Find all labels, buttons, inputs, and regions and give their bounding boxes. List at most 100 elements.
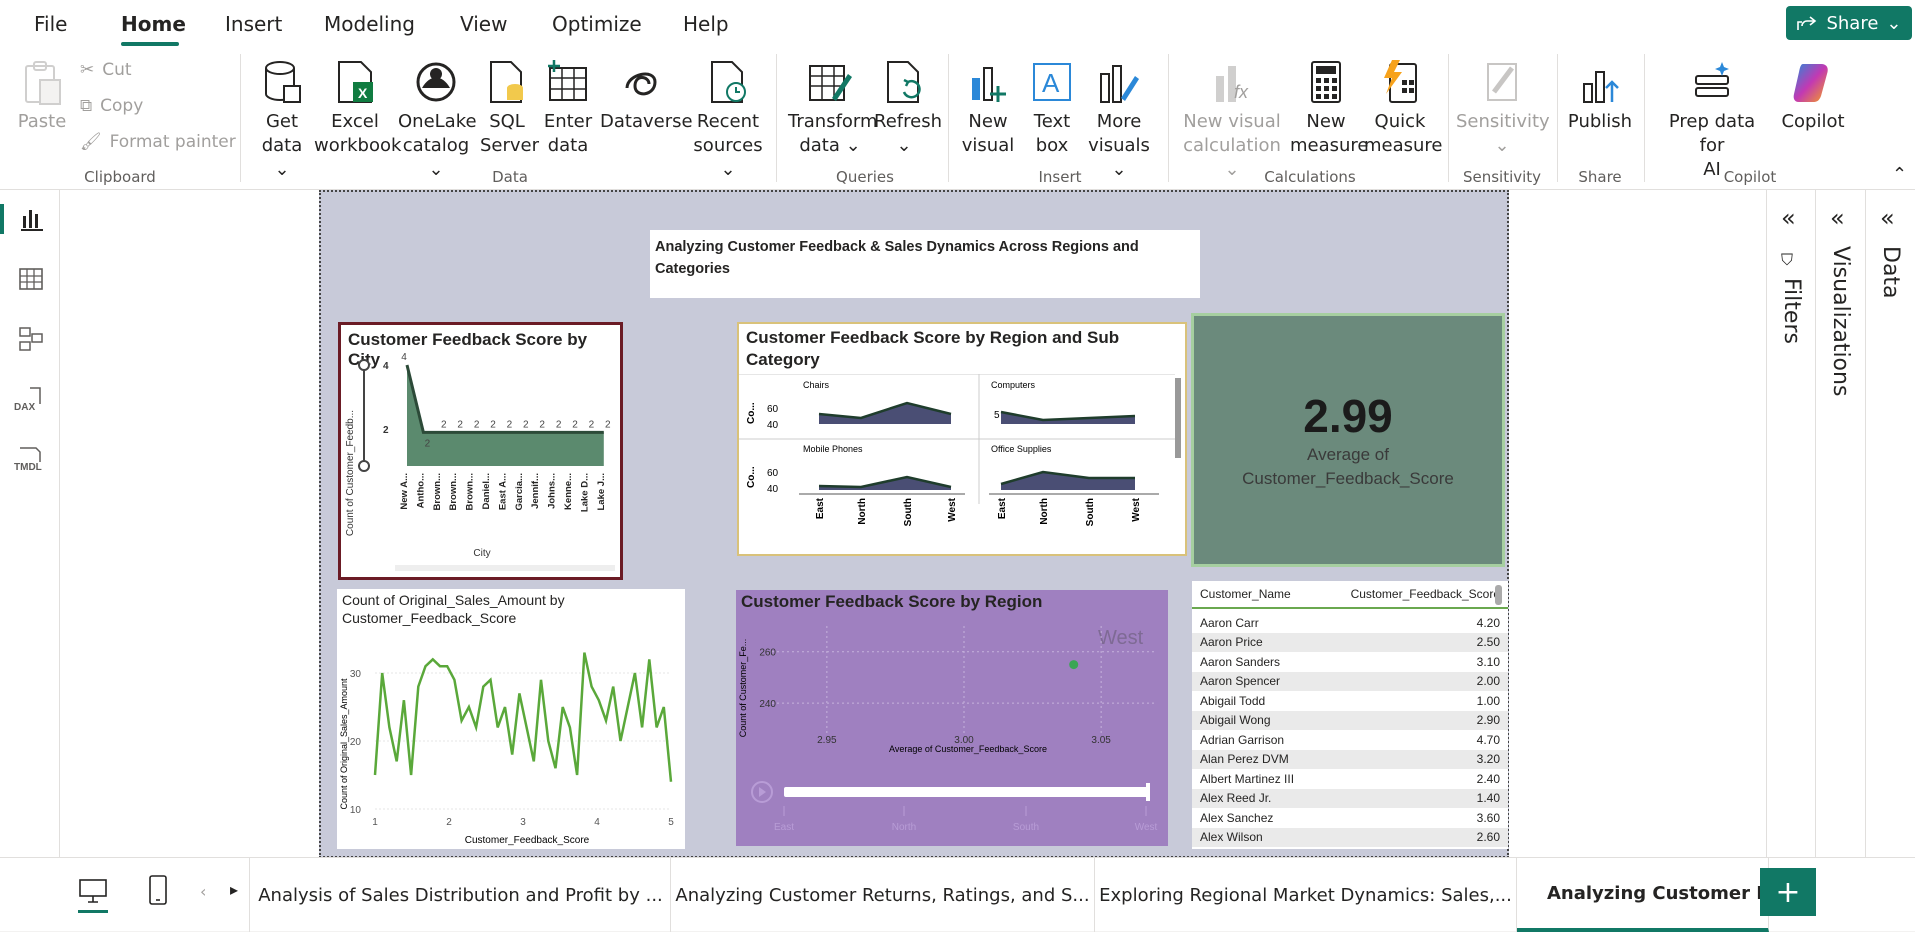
more-visuals-button[interactable]: More visuals ⌄ xyxy=(1084,58,1154,182)
share-button[interactable]: Share ⌄ xyxy=(1786,6,1912,40)
dax-query-view-icon[interactable]: DAX xyxy=(14,386,46,414)
refresh-button[interactable]: Refresh ⌄ xyxy=(874,58,942,158)
collapse-ribbon-icon[interactable]: ⌃ xyxy=(1892,164,1907,185)
separator xyxy=(1557,54,1558,182)
mobile-layout-icon[interactable] xyxy=(148,874,168,906)
side-panes: « ⛉ Filters « Visualizations « Data xyxy=(1766,190,1915,857)
x-tick-south: South xyxy=(1085,498,1096,526)
cell-customer-name: Abigail Todd xyxy=(1200,693,1266,708)
sales-line-chart[interactable]: Count of Original_Sales_Amount by Custom… xyxy=(337,589,685,849)
cell-customer-name: Aaron Spencer xyxy=(1200,674,1281,689)
city-data-label: 2 xyxy=(457,419,463,430)
play-axis-thumb[interactable] xyxy=(1146,783,1150,801)
copilot-button[interactable]: Copilot xyxy=(1770,58,1856,134)
menu-optimize[interactable]: Optimize xyxy=(552,12,642,36)
expand-icon[interactable]: « xyxy=(1880,204,1895,232)
model-view-icon[interactable] xyxy=(18,326,44,352)
city-range-handle-bottom[interactable] xyxy=(358,460,370,472)
table-scrollbar[interactable] xyxy=(1495,585,1502,605)
copy-icon: ⧉ xyxy=(80,96,93,116)
quick-measure-icon xyxy=(1384,60,1417,103)
table-row[interactable]: Aaron Sanders 3.10 xyxy=(1192,652,1508,672)
cut-button[interactable]: ✂ Cut xyxy=(80,60,132,80)
add-page-button[interactable]: + xyxy=(1760,868,1816,916)
menu-home[interactable]: Home xyxy=(121,12,186,36)
onelake-catalog-button[interactable]: OneLake catalog ⌄ xyxy=(398,58,477,182)
table-row[interactable]: Alex Sanchez 3.60 xyxy=(1192,808,1508,828)
new-measure-button[interactable]: New measure xyxy=(1290,58,1369,158)
column-header-feedback-score[interactable]: Customer_Feedback_Score xyxy=(1351,587,1500,601)
database-icon xyxy=(265,61,301,103)
dataverse-button[interactable]: Dataverse xyxy=(600,58,693,134)
menu-insert[interactable]: Insert xyxy=(225,12,282,36)
menu-modeling[interactable]: Modeling xyxy=(324,12,415,36)
expand-icon[interactable]: « xyxy=(1781,204,1796,232)
sales-x-tick: 4 xyxy=(594,817,600,828)
region-scatter-chart[interactable]: Customer Feedback Score by Region Count … xyxy=(736,590,1168,846)
city-data-label: 2 xyxy=(539,419,545,430)
table-row[interactable]: Alan Perez DVM 3.20 xyxy=(1192,749,1508,769)
new-visual-calculation-button[interactable]: fx New visual calculation ⌄ xyxy=(1180,58,1284,182)
region-sub-scrollbar[interactable] xyxy=(1175,378,1181,458)
page-tab-2[interactable]: Analyzing Customer Returns, Ratings, and… xyxy=(671,858,1095,932)
new-visual-button[interactable]: New visual xyxy=(960,58,1016,158)
table-row[interactable]: Abigail Todd 1.00 xyxy=(1192,691,1508,711)
city-scrollbar[interactable] xyxy=(395,565,615,571)
quick-measure-button[interactable]: Quick measure xyxy=(1364,58,1443,158)
page-tab-3[interactable]: Exploring Regional Market Dynamics: Sale… xyxy=(1095,858,1517,932)
table-view-icon[interactable] xyxy=(18,266,44,292)
x-tick-north: North xyxy=(1039,498,1050,525)
text-box-button[interactable]: A Text box xyxy=(1022,58,1082,158)
table-row[interactable]: Abigail Wong 2.90 xyxy=(1192,710,1508,730)
table-row[interactable]: Alex Reed Jr. 1.40 xyxy=(1192,788,1508,808)
city-area-chart[interactable]: Customer Feedback Score by City Count of… xyxy=(338,322,623,580)
enter-data-button[interactable]: Enter data xyxy=(540,58,596,158)
transform-data-button[interactable]: Transform data ⌄ xyxy=(788,58,878,158)
visualizations-pane[interactable]: « Visualizations xyxy=(1815,190,1865,857)
chevron-down-icon: ⌄ xyxy=(896,135,912,156)
prep-data-label-1: Prep data for xyxy=(1668,111,1756,156)
tmdl-view-icon[interactable]: TMDL xyxy=(12,446,48,474)
table-row[interactable]: Alex Wilson 2.60 xyxy=(1192,827,1508,847)
menu-file[interactable]: File xyxy=(34,12,67,36)
sensitivity-button[interactable]: Sensitivity ⌄ xyxy=(1456,58,1550,158)
calculator-icon xyxy=(1311,61,1341,103)
scroll-right-icon[interactable]: ▸ xyxy=(230,880,238,899)
cell-feedback-score: 3.10 xyxy=(1476,654,1500,669)
menu-help[interactable]: Help xyxy=(683,12,729,36)
copy-button[interactable]: ⧉ Copy xyxy=(80,96,143,116)
table-row[interactable]: Albert Martinez III 2.40 xyxy=(1192,769,1508,789)
page-tab-4[interactable]: Analyzing Customer Feedb... xyxy=(1517,858,1769,932)
get-data-button[interactable]: Get data ⌄ xyxy=(252,58,312,182)
report-view-icon[interactable] xyxy=(18,206,44,232)
report-title-box[interactable]: Analyzing Customer Feedback & Sales Dyna… xyxy=(650,230,1200,298)
city-range-handle-top[interactable] xyxy=(358,359,370,371)
recent-sources-button[interactable]: Recent sources ⌄ xyxy=(690,58,766,182)
customer-score-table[interactable]: Customer_Name Customer_Feedback_Score Aa… xyxy=(1192,581,1508,849)
publish-button[interactable]: Publish xyxy=(1566,58,1634,134)
prep-data-for-ai-button[interactable]: Prep data for AI xyxy=(1656,58,1768,182)
kpi-card[interactable]: 2.99 Average of Customer_Feedback_Score xyxy=(1191,313,1505,567)
region-subcategory-chart[interactable]: Customer Feedback Score by Region and Su… xyxy=(737,322,1187,556)
scroll-left-icon[interactable]: ‹ xyxy=(200,882,206,901)
table-row[interactable]: Aaron Price 2.50 xyxy=(1192,632,1508,652)
cell-feedback-score: 2.00 xyxy=(1476,674,1500,689)
panel-label-chairs: Chairs xyxy=(803,380,830,390)
table-row[interactable]: Aaron Carr 4.20 xyxy=(1192,613,1508,633)
desktop-layout-icon[interactable] xyxy=(78,878,108,904)
play-axis-track[interactable] xyxy=(784,787,1148,797)
format-painter-button[interactable]: 🖌 Format painter xyxy=(80,132,236,152)
table-row[interactable]: Aaron Spencer 2.00 xyxy=(1192,671,1508,691)
page-tab-1[interactable]: Analysis of Sales Distribution and Profi… xyxy=(251,858,671,932)
expand-icon[interactable]: « xyxy=(1830,204,1845,232)
new-measure-label-2: measure xyxy=(1290,135,1369,156)
column-header-customer-name[interactable]: Customer_Name xyxy=(1200,587,1291,601)
menu-view[interactable]: View xyxy=(460,12,507,36)
filters-pane[interactable]: « ⛉ Filters xyxy=(1766,190,1815,857)
data-pane[interactable]: « Data xyxy=(1865,190,1915,857)
paste-button[interactable]: Paste xyxy=(16,58,68,134)
active-view-indicator xyxy=(0,204,4,234)
sql-server-button[interactable]: SQL Server xyxy=(480,58,539,158)
table-row[interactable]: Adrian Garrison 4.70 xyxy=(1192,730,1508,750)
excel-workbook-button[interactable]: X Excel workbook xyxy=(314,58,401,158)
